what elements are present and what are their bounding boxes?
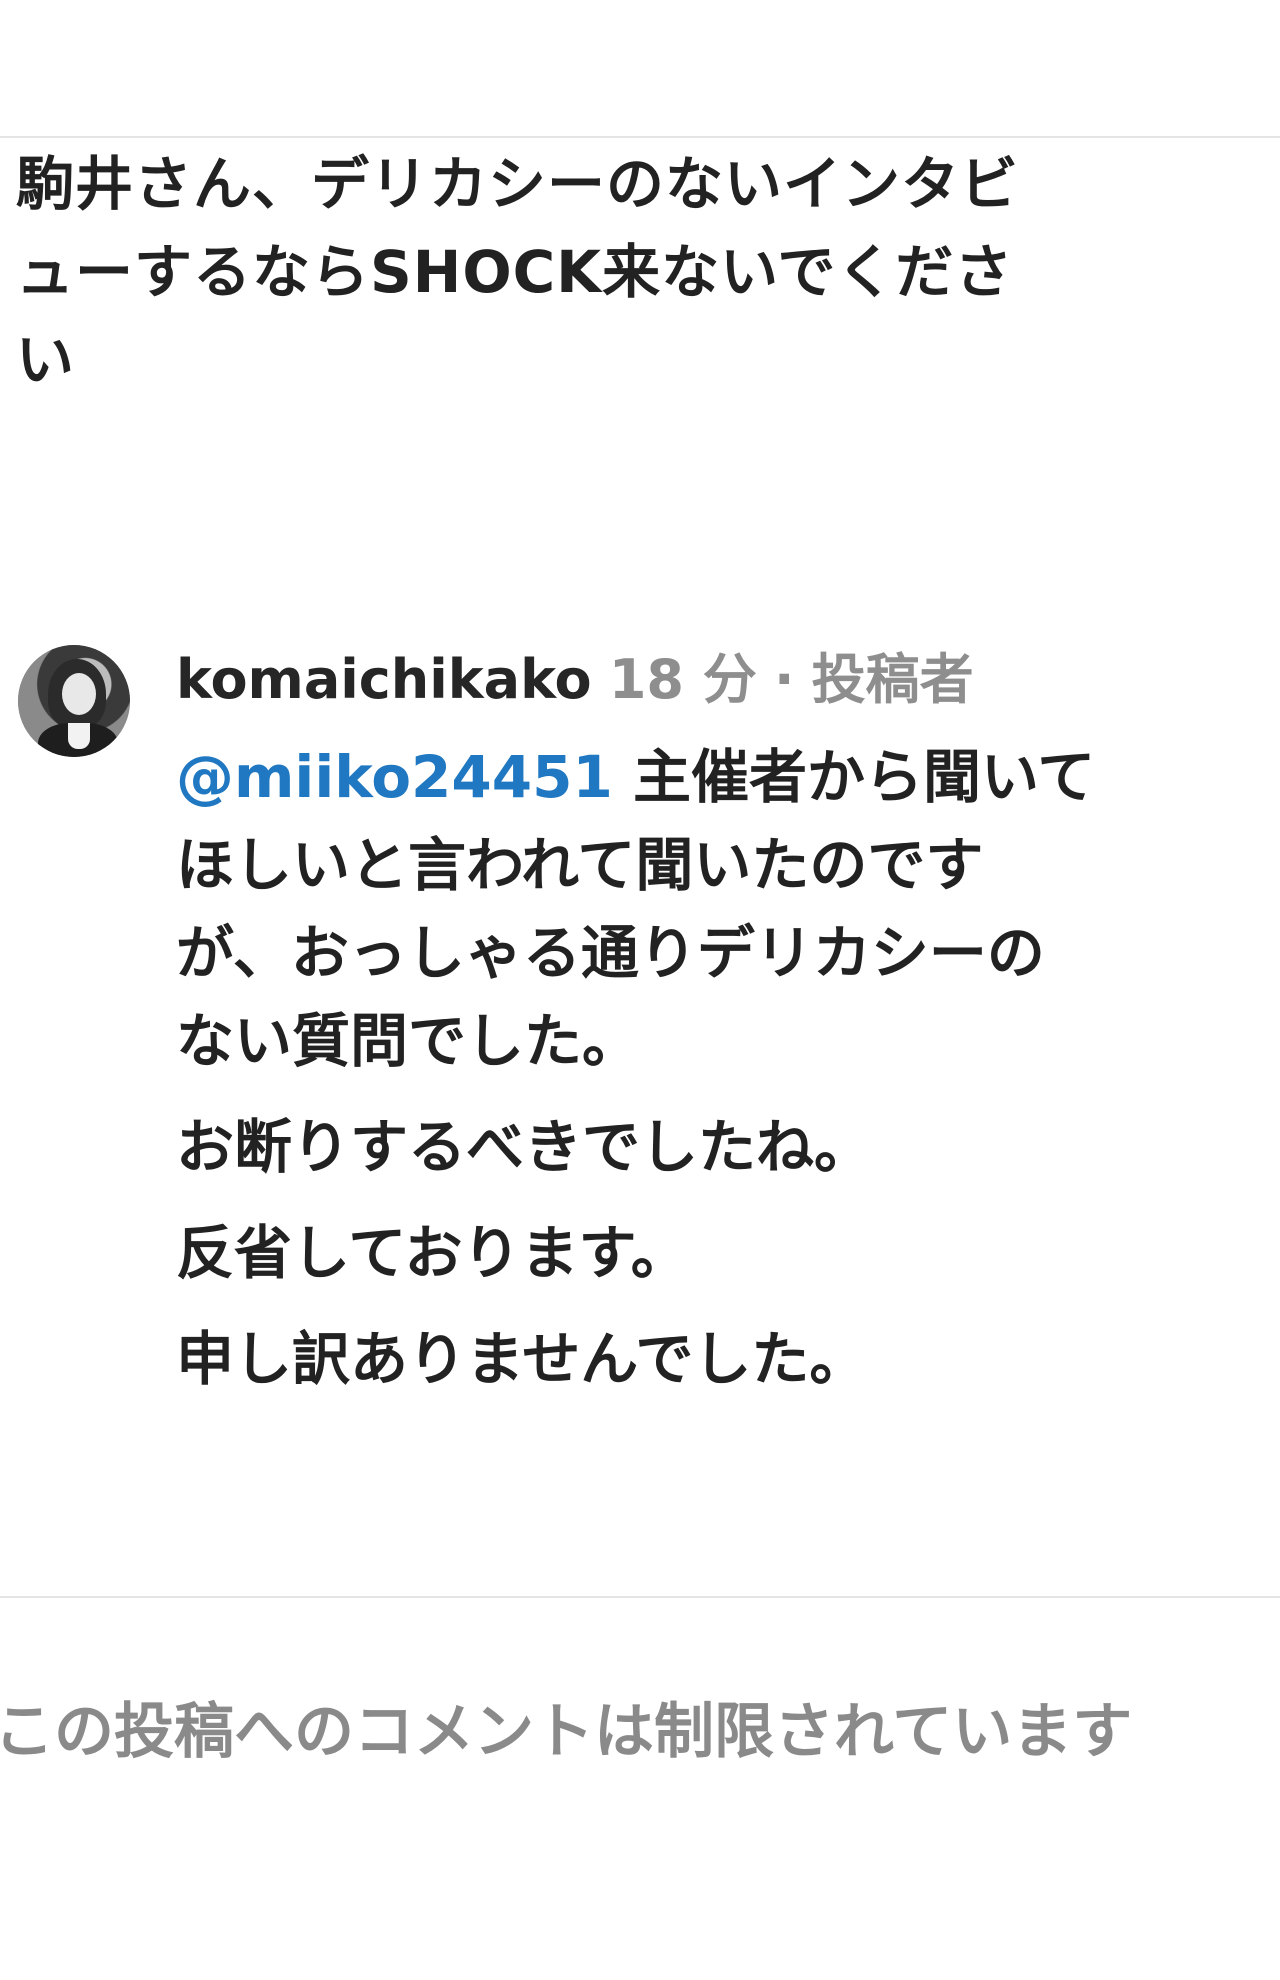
reply-line: ない質問でした。 (176, 1007, 641, 1075)
reply-line-text: 主催者から聞いて (612, 743, 1096, 811)
reply-line: が、おっしゃる通りデリカシーの (176, 919, 1045, 987)
comments-restricted-notice: この投稿へのコメントは制限されています (0, 1697, 1133, 1767)
reply-text: @miiko24451 主催者から聞いて ほしいと言われて聞いたのです が、おっ… (176, 733, 1268, 1403)
parent-comment-line: い (16, 326, 76, 394)
reply-line: @miiko24451 主催者から聞いて (176, 733, 1268, 821)
bottom-divider (0, 1596, 1280, 1598)
username-link[interactable]: komaichikako (176, 648, 592, 711)
reply-line: 申し訳ありませんでした。 (176, 1325, 868, 1393)
parent-comment-line: 駒井さん、デリカシーのないインタビ (16, 150, 1020, 218)
reply-line: お断りするべきでしたね。 (176, 1113, 873, 1181)
top-divider (0, 136, 1280, 138)
avatar[interactable] (18, 645, 130, 757)
parent-comment-text: 駒井さん、デリカシーのないインタビ ューするならSHOCK来ないでくださ い (16, 140, 1256, 404)
reply-line: ほしいと言われて聞いたのです (176, 831, 984, 899)
parent-comment-line: ューするならSHOCK来ないでくださ (16, 238, 1014, 306)
author-badge: 投稿者 (811, 648, 974, 711)
reply-body: komaichikako 18 分 · 投稿者 @miiko24451 主催者か… (176, 645, 1268, 1403)
meta-separator: · (773, 648, 795, 711)
reply-meta: komaichikako 18 分 · 投稿者 (176, 645, 1268, 715)
timestamp: 18 分 (608, 648, 757, 711)
mention-link[interactable]: @miiko24451 (176, 743, 613, 811)
reply-line: 反省しております。 (176, 1219, 689, 1287)
